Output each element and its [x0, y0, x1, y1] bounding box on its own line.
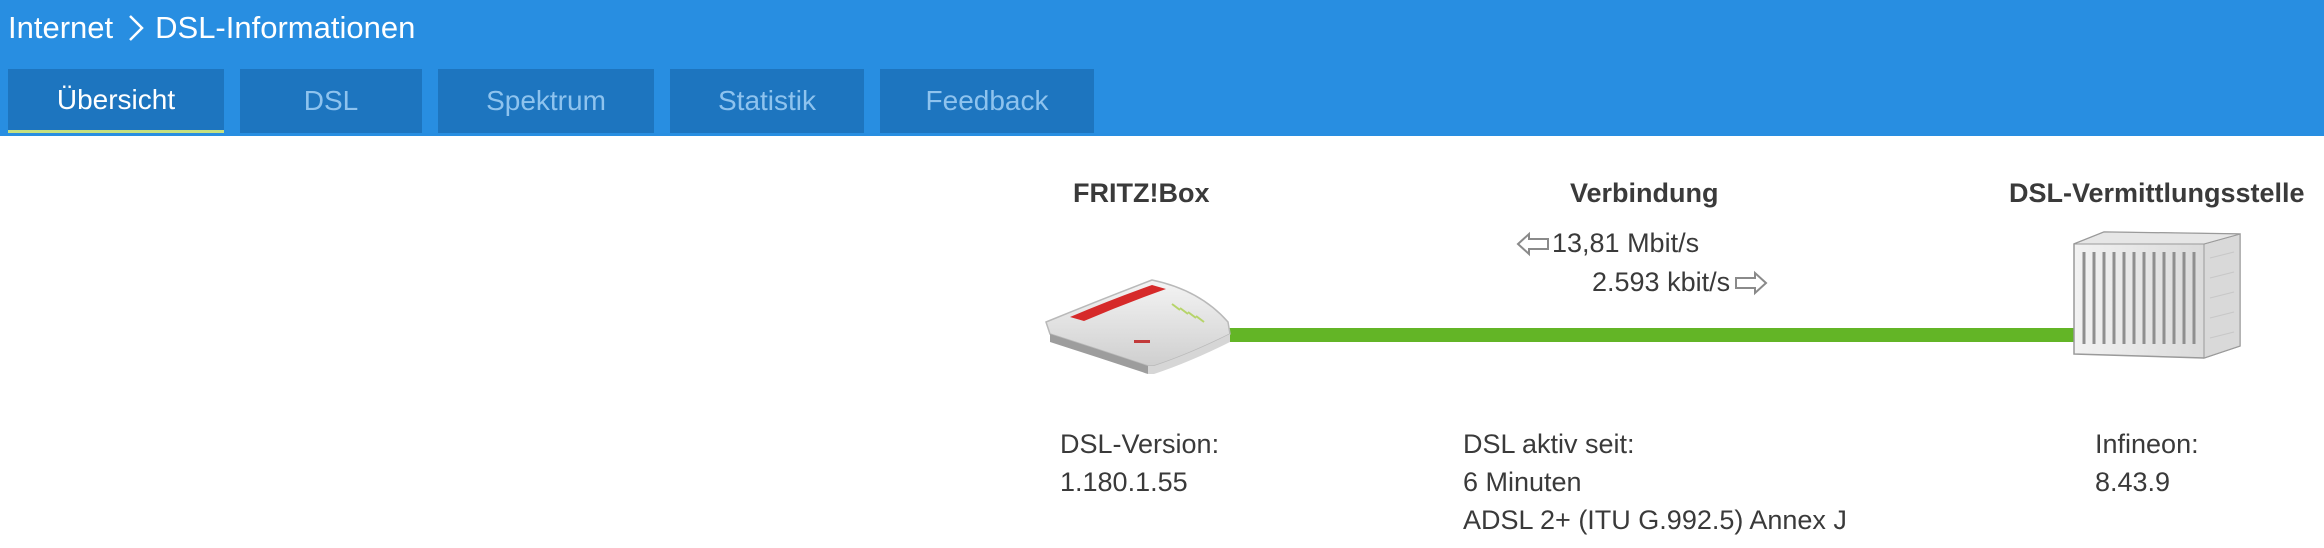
tab-statistik[interactable]: Statistik — [670, 69, 864, 133]
upstream-rate: 2.593 kbit/s — [1592, 267, 1768, 298]
dsl-exchange-icon — [2073, 231, 2241, 359]
exchange-info: Infineon: 8.43.9 — [2095, 425, 2199, 501]
chevron-right-icon — [129, 15, 144, 41]
fritzbox-info: DSL-Version: 1.180.1.55 — [1060, 425, 1219, 501]
breadcrumb: Internet DSL-Informationen — [8, 6, 415, 50]
connection-title: Verbindung — [1570, 178, 1719, 208]
fritzbox-title: FRITZ!Box — [1073, 178, 1210, 208]
downstream-value: 13,81 Mbit/s — [1552, 228, 1700, 258]
tab-spektrum[interactable]: Spektrum — [438, 69, 654, 133]
breadcrumb-root[interactable]: Internet — [8, 10, 113, 46]
dsl-active-label: DSL aktiv seit: — [1463, 429, 1635, 459]
connection-info: DSL aktiv seit: 6 Minuten ADSL 2+ (ITU G… — [1463, 425, 1847, 539]
infineon-label: Infineon: — [2095, 429, 2199, 459]
connection-line — [1200, 328, 2080, 342]
dsl-active-value: 6 Minuten — [1463, 467, 1582, 497]
exchange-title: DSL-Vermittlungsstelle — [2009, 178, 2305, 208]
dsl-version-label: DSL-Version: — [1060, 429, 1220, 459]
arrow-right-icon — [1735, 270, 1768, 295]
downstream-rate: 13,81 Mbit/s — [1516, 228, 1699, 259]
tab-dsl[interactable]: DSL — [240, 69, 422, 133]
tab-feedback[interactable]: Feedback — [880, 69, 1094, 133]
breadcrumb-current: DSL-Informationen — [155, 10, 416, 45]
tab-bar: Übersicht DSL Spektrum Statistik Feedbac… — [8, 69, 1110, 136]
arrow-left-icon — [1516, 231, 1549, 256]
fritzbox-router-icon — [1045, 279, 1231, 374]
header-bar: Internet DSL-Informationen Übersicht DSL… — [0, 0, 2324, 136]
upstream-value: 2.593 kbit/s — [1592, 267, 1731, 297]
dsl-standard: ADSL 2+ (ITU G.992.5) Annex J — [1463, 505, 1847, 535]
infineon-value: 8.43.9 — [2095, 467, 2171, 497]
tab-uebersicht[interactable]: Übersicht — [8, 69, 224, 133]
dsl-version-value: 1.180.1.55 — [1060, 467, 1188, 497]
